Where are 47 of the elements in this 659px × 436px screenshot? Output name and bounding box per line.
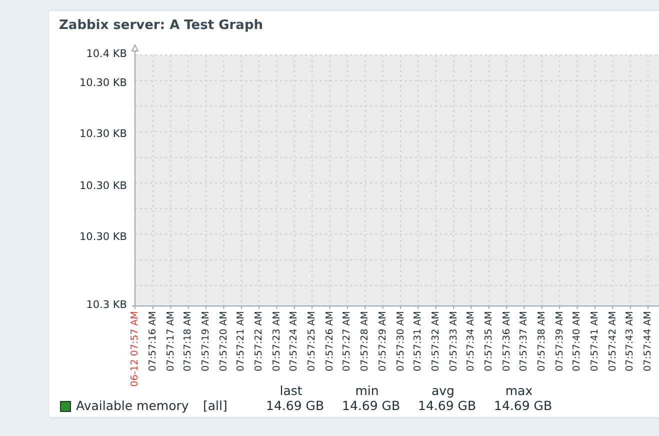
x-axis-label: 07:57:44 AM: [643, 311, 653, 372]
x-axis-label: 07:57:28 AM: [360, 311, 370, 372]
y-axis-label: 10.30 KB: [80, 232, 127, 244]
x-axis-label: 07:57:37 AM: [520, 311, 529, 372]
x-axis-label: 07:57:25 AM: [307, 311, 317, 372]
y-axis-label: 10.30 KB: [80, 78, 127, 90]
y-axis-label: 10.3 KB: [86, 300, 127, 312]
x-axis-label: 07:57:34 AM: [466, 311, 476, 372]
x-axis-label: 07:57:36 AM: [502, 311, 512, 372]
x-axis-label: 07:57:35 AM: [484, 311, 494, 372]
x-axis-label: 07:57:16 AM: [148, 311, 158, 372]
x-axis-label: 07:57:20 AM: [218, 311, 228, 372]
x-axis-label: 07:57:40 AM: [572, 311, 582, 372]
x-axis-label: 07:57:29 AM: [378, 311, 388, 372]
x-axis-label: 07:57:21 AM: [236, 311, 246, 372]
x-axis-label: 07:57:39 AM: [554, 311, 564, 372]
x-axis-label: 07:57:30 AM: [396, 311, 406, 372]
x-axis-label: 07:57:31 AM: [413, 311, 423, 372]
x-axis-label: 07:57:17 AM: [166, 311, 176, 372]
legend-column-header: max: [505, 385, 533, 398]
legend-column-header: last: [280, 385, 302, 398]
x-axis-label: 07:57:41 AM: [590, 311, 600, 372]
legend-item-name: Available memory: [76, 400, 189, 412]
x-axis-label: 07:57:18 AM: [184, 311, 194, 372]
legend-value: 14.69 GB: [418, 400, 476, 412]
x-axis-label: 07:57:33 AM: [448, 311, 458, 372]
x-axis-label: 07:57:38 AM: [537, 311, 547, 372]
legend-value: 14.69 GB: [342, 400, 400, 412]
legend-function: [all]: [203, 400, 228, 412]
y-axis-label: 10.30 KB: [80, 181, 127, 193]
legend-value: 14.69 GB: [494, 400, 552, 412]
x-axis-label: 07:57:27 AM: [342, 311, 352, 372]
x-axis-label: 07:57:19 AM: [201, 311, 211, 372]
x-axis-label: 07:57:42 AM: [608, 311, 618, 372]
y-axis-label: 10.30 KB: [80, 129, 127, 141]
x-axis-label: 07:57:22 AM: [254, 311, 264, 372]
legend-value: 14.69 GB: [266, 400, 324, 412]
graph-title: Zabbix server: A Test Graph: [59, 18, 264, 33]
legend-column-header: min: [355, 385, 379, 398]
x-axis-label: 07:57:23 AM: [272, 311, 282, 372]
x-axis-label: 07:57:24 AM: [290, 311, 300, 372]
x-axis-label: 07:57:32 AM: [431, 311, 441, 372]
x-axis-label: 07:57:43 AM: [626, 311, 636, 372]
legend-column-header: avg: [432, 385, 454, 398]
y-axis-label: 10.4 KB: [86, 49, 127, 61]
x-axis-label: 06-12 07:57 AM: [130, 311, 140, 387]
x-axis-label: 07:57:26 AM: [325, 311, 335, 372]
